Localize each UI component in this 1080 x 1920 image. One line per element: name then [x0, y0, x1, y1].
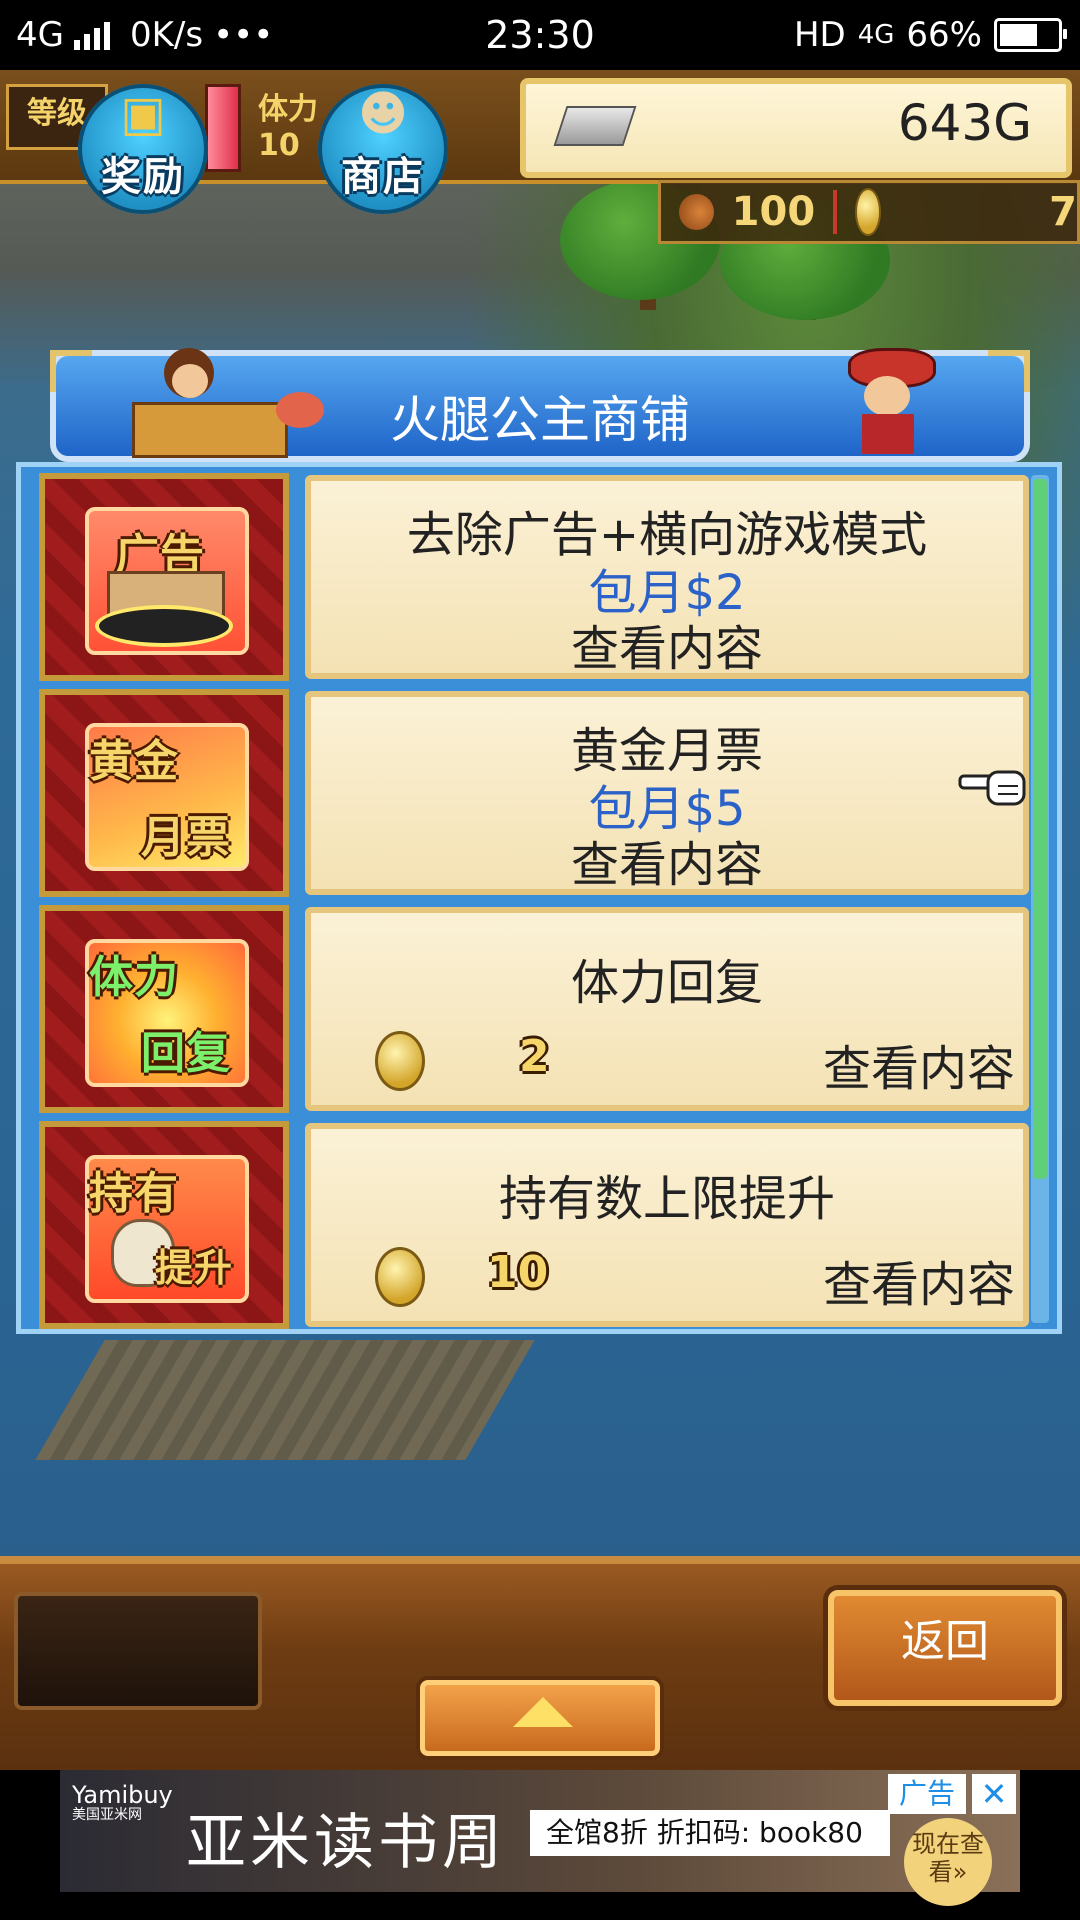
scrollbar[interactable] [1031, 475, 1049, 1323]
empty-slot [14, 1592, 262, 1710]
shop-title-bar: 火腿公主商铺 [50, 348, 1030, 462]
reward-label: 奖励 [101, 154, 185, 200]
up-arrow-icon [513, 1697, 573, 1727]
item-card[interactable]: 体力回复 2 查看内容 [305, 907, 1029, 1111]
icon-text-top: 持有 [89, 1168, 179, 1219]
coin-value: 7 [1049, 189, 1077, 235]
view-details-link[interactable]: 查看内容 [823, 1245, 1015, 1315]
ad-banner[interactable]: Yamibuy 美国亚米网 亚米读书周 全馆8折 折扣码: book80 广告 … [60, 1770, 1020, 1906]
status-right: HD 4G 66% [793, 15, 1067, 55]
network-type-right: 4G [857, 20, 895, 50]
food-icon [679, 194, 714, 230]
battery-icon [994, 18, 1067, 52]
ad-brand: Yamibuy 美国亚米网 [72, 1782, 173, 1824]
silver-bar-icon [553, 106, 637, 146]
scrollbar-thumb[interactable] [1033, 479, 1047, 1179]
battery-fill [1000, 24, 1037, 46]
icon-text-top: 体力 [89, 952, 179, 1003]
back-button[interactable]: 返回 [828, 1590, 1062, 1706]
coin-icon [375, 1031, 425, 1091]
item-name: 体力回复 [570, 955, 763, 1011]
shop-button[interactable]: ☻ 商店 [318, 84, 448, 214]
ad-title: 亚米读书周 [186, 1808, 506, 1878]
gift-icon: ▣ [120, 86, 166, 142]
remote-icon [95, 605, 233, 647]
ad-promo: 全馆8折 折扣码: book80 [530, 1810, 890, 1856]
shop-list[interactable]: 广告 去除广告+横向游戏模式 包月$2 查看内容 黄金 月票 黄金月票 包月$5… [16, 462, 1062, 1334]
wooden-dock [35, 1340, 535, 1460]
item-cost: 2 [519, 1031, 550, 1082]
hp-gauge [205, 84, 241, 172]
battery-percent: 66% [906, 15, 982, 55]
item-cost: 10 [487, 1247, 549, 1298]
food-value: 100 [731, 189, 816, 235]
ad-brand-sub: 美国亚米网 [72, 1807, 142, 1824]
close-icon[interactable]: ✕ [972, 1774, 1016, 1814]
shop-item-gold-pass[interactable]: 黄金 月票 黄金月票 包月$5 查看内容 [39, 689, 1029, 897]
gold-value: 643G [897, 94, 1032, 152]
gold-pass-icon: 黄金 月票 [39, 689, 289, 897]
ad-cta-button[interactable]: 现在查看» [904, 1818, 992, 1906]
ad-label: 广告 [888, 1774, 966, 1814]
view-details-link[interactable]: 查看内容 [311, 609, 1023, 679]
ad-removal-icon: 广告 [39, 473, 289, 681]
ad-brand-name: Yamibuy [72, 1781, 173, 1809]
resource-divider [833, 190, 837, 234]
ad-area: Yamibuy 美国亚米网 亚米读书周 全馆8折 折扣码: book80 广告 … [0, 1770, 1080, 1920]
reward-button[interactable]: ▣ 奖励 [78, 84, 208, 214]
shopkeeper-icon: ☻ [357, 86, 409, 142]
stamina-icon: 体力 回复 [39, 905, 289, 1113]
icon-text-bottom: 回复 [141, 1028, 231, 1079]
item-card[interactable]: 黄金月票 包月$5 查看内容 [305, 691, 1029, 895]
bottom-bar: 返回 [0, 1556, 1080, 1778]
icon-text-bottom: 提升 [155, 1246, 234, 1290]
pointing-hand-icon [958, 770, 1026, 806]
warrior-icon [828, 342, 948, 462]
coin-icon [375, 1247, 425, 1307]
item-card[interactable]: 持有数上限提升 10 查看内容 [305, 1123, 1029, 1327]
scroll-up-button[interactable] [420, 1680, 660, 1756]
hd-indicator: HD [793, 15, 846, 55]
gold-display: 643G [520, 78, 1072, 178]
item-name: 持有数上限提升 [498, 1171, 835, 1227]
capacity-icon: 持有 提升 [39, 1121, 289, 1329]
icon-text-bottom: 月票 [141, 812, 231, 863]
view-details-link[interactable]: 查看内容 [311, 825, 1023, 895]
coin-icon [854, 188, 882, 236]
body [862, 414, 914, 454]
shop-item-capacity-upgrade[interactable]: 持有 提升 持有数上限提升 10 查看内容 [39, 1121, 1029, 1329]
face [864, 376, 910, 416]
view-details-link[interactable]: 查看内容 [823, 1029, 1015, 1099]
resource-strip: 100 7 [658, 180, 1080, 244]
shop-item-stamina-refill[interactable]: 体力 回复 体力回复 2 查看内容 [39, 905, 1029, 1113]
icon-text-top: 黄金 [89, 736, 179, 787]
shop-item-remove-ads[interactable]: 广告 去除广告+横向游戏模式 包月$2 查看内容 [39, 473, 1029, 681]
shop-label: 商店 [341, 154, 425, 200]
status-bar: 4G 0K/s ••• 23:30 HD 4G 66% [0, 0, 1080, 70]
item-card[interactable]: 去除广告+横向游戏模式 包月$2 查看内容 [305, 475, 1029, 679]
